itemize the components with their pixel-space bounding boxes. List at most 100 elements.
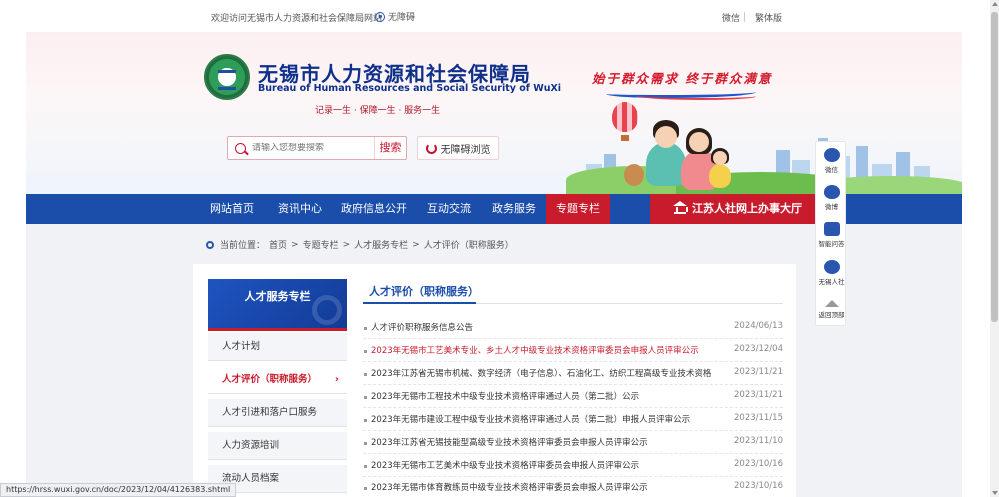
back-to-top-label: 返回顶部 xyxy=(818,311,845,319)
scrollbar-thumb[interactable] xyxy=(991,12,998,322)
scroll-up-icon[interactable] xyxy=(992,2,998,6)
back-to-top-button[interactable]: 返回顶部 xyxy=(816,300,847,319)
welcome-text: 欢迎访问无锡市人力资源和社会保障局网站 xyxy=(211,14,383,24)
breadcrumb-special[interactable]: 专题专栏 xyxy=(303,238,339,251)
list-item[interactable]: 2023年无锡市建设工程中级专业技术资格评审通过人员（第二批）申报人员评审公示 2… xyxy=(363,413,783,429)
breadcrumb-separator: > xyxy=(412,239,420,250)
status-bar-url: https://hrss.wuxi.gov.cn/doc/2023/12/04/… xyxy=(0,483,237,497)
list-item-date: 2023/10/16 xyxy=(734,459,783,469)
online-hall-label: 江苏人社网上办事大厅 xyxy=(692,202,802,215)
online-hall-link[interactable]: 江苏人社网上办事大厅 xyxy=(650,194,840,224)
nav-home[interactable]: 网站首页 xyxy=(202,194,262,224)
row-divider xyxy=(363,407,783,408)
decorative-ring xyxy=(312,295,342,325)
float-wechat[interactable]: 微信 xyxy=(816,148,847,174)
page-scrollbar[interactable] xyxy=(990,0,999,497)
list-item-date: 2023/11/21 xyxy=(734,390,783,400)
sidebar-title-text: 人才服务专栏 xyxy=(244,290,311,303)
list-item-title[interactable]: 2023年无锡市工艺美术中级专业技术资格评审委员会申报人员评审公示 xyxy=(371,459,711,471)
list-item[interactable]: 2023年无锡市工艺美术专业、乡土人才中级专业技术资格评审委员会申报人员评审公示… xyxy=(363,344,783,360)
top-bar: 欢迎访问无锡市人力资源和社会保障局网站 无障碍 微信 繁体版 xyxy=(0,0,990,32)
list-item[interactable]: 2023年无锡市体育教练员中级专业技术资格评审委员会申报人员评审公示 2023/1… xyxy=(363,481,783,497)
bullet-icon xyxy=(364,373,367,376)
list-item[interactable]: 2023年无锡市工艺美术中级专业技术资格评审委员会申报人员评审公示 2023/10… xyxy=(363,459,783,475)
accessibility-label: 无障碍 xyxy=(388,13,416,23)
wechat-link[interactable]: 微信 xyxy=(722,11,740,24)
search-button[interactable]: 搜索 xyxy=(374,137,406,159)
bullet-icon xyxy=(364,465,367,468)
app-icon xyxy=(823,260,840,274)
nav-special-topics[interactable]: 专题专栏 xyxy=(546,194,610,224)
nav-news[interactable]: 资讯中心 xyxy=(268,194,332,224)
list-item[interactable]: 2023年无锡市工程技术中级专业技术资格评审通过人员（第二批）公示 2023/11… xyxy=(363,390,783,406)
chevron-right-icon: › xyxy=(334,374,339,385)
bullet-icon xyxy=(364,350,367,353)
list-item-title[interactable]: 2023年无锡市建设工程中级专业技术资格评审通过人员（第二批）申报人员评审公示 xyxy=(371,413,711,425)
list-item-title[interactable]: 2023年无锡市工艺美术专业、乡土人才中级专业技术资格评审委员会申报人员评审公示 xyxy=(371,344,711,356)
list-item-date: 2023/11/10 xyxy=(734,436,783,446)
face xyxy=(655,126,677,148)
breadcrumb-separator: > xyxy=(291,239,299,250)
nav-services[interactable]: 政务服务 xyxy=(484,194,544,224)
breadcrumb-prefix: 当前位置： xyxy=(220,241,266,251)
list-item-title[interactable]: 人才评价职称服务信息公告 xyxy=(371,321,711,333)
search-icon xyxy=(235,142,246,154)
list-item[interactable]: 2023年江苏省无锡市机械、数字经济（电子信息）、石油化工、纺织工程高级专业技术… xyxy=(363,367,783,383)
traditional-chinese-link[interactable]: 繁体版 xyxy=(755,11,782,24)
robot-icon xyxy=(823,222,840,236)
bureau-logo-icon[interactable] xyxy=(204,54,250,100)
row-divider xyxy=(363,361,783,362)
dog-icon xyxy=(624,164,644,186)
search-box: 搜索 xyxy=(227,136,407,160)
face xyxy=(689,132,709,152)
location-icon xyxy=(206,240,214,249)
search-input[interactable] xyxy=(252,143,362,153)
sidebar-item-talent-evaluation[interactable]: 人才评价（职称服务） › xyxy=(208,366,347,394)
sidebar-item-label: 人力资源培训 xyxy=(222,440,280,451)
content-divider-accent xyxy=(363,302,476,304)
accessible-browse-button[interactable]: 无障碍浏览 xyxy=(417,136,499,160)
wheelchair-icon xyxy=(425,142,437,154)
float-smart-qa[interactable]: 智能问答 xyxy=(816,222,847,248)
accessibility-link[interactable]: 无障碍 xyxy=(375,10,415,23)
accessibility-icon xyxy=(375,11,385,22)
float-weibo[interactable]: 微博 xyxy=(816,185,847,211)
breadcrumb-talent[interactable]: 人才服务专栏 xyxy=(354,238,408,251)
sidebar-item-talent-settlement[interactable]: 人才引进和落户口服务 xyxy=(208,399,347,427)
float-wuxi-hrss-label: 无锡人社 xyxy=(818,278,845,286)
list-item-title[interactable]: 2023年江苏省无锡市机械、数字经济（电子信息）、石油化工、纺织工程高级专业技术… xyxy=(371,367,711,379)
divider xyxy=(744,12,745,22)
government-building-icon xyxy=(673,201,688,214)
family-father-figure xyxy=(646,142,686,186)
list-item[interactable]: 人才评价职称服务信息公告 2024/06/13 xyxy=(363,321,783,337)
face xyxy=(713,151,727,165)
list-item-date: 2023/11/21 xyxy=(734,367,783,377)
content-title: 人才评价（职称服务） xyxy=(369,285,479,298)
sidebar-item-talent-plan[interactable]: 人才计划 xyxy=(208,333,347,361)
breadcrumb-home[interactable]: 首页 xyxy=(269,238,287,251)
city-illustration xyxy=(566,127,962,194)
list-item-title[interactable]: 2023年江苏省无锡技能型高级专业技术资格评审委员会申报人员评审公示 xyxy=(371,436,711,448)
float-wuxi-hrss[interactable]: 无锡人社 xyxy=(816,260,847,286)
breadcrumb-current[interactable]: 人才评价（职称服务） xyxy=(424,238,514,251)
row-divider xyxy=(363,384,783,385)
list-item-title[interactable]: 2023年无锡市工程技术中级专业技术资格评审通过人员（第二批）公示 xyxy=(371,390,711,402)
sidebar-title: 人才服务专栏 xyxy=(208,279,347,331)
nav-gov-info[interactable]: 政府信息公开 xyxy=(336,194,412,224)
bullet-icon xyxy=(364,442,367,445)
scroll-down-icon[interactable] xyxy=(992,491,998,495)
sidebar-item-hr-training[interactable]: 人力资源培训 xyxy=(208,432,347,460)
bullet-icon xyxy=(364,419,367,422)
floating-toolbar: 微信 微博 智能问答 无锡人社 返回顶部 xyxy=(815,141,846,326)
bullet-icon xyxy=(364,487,367,490)
row-divider xyxy=(363,453,783,454)
bullet-icon xyxy=(364,327,367,330)
breadcrumb: 当前位置： 首页 > 专题专栏 > 人才服务专栏 > 人才评价（职称服务） xyxy=(206,238,514,251)
list-item[interactable]: 2023年江苏省无锡技能型高级专业技术资格评审委员会申报人员评审公示 2023/1… xyxy=(363,436,783,452)
site-motto: 记录一生 · 保障一生 · 服务一生 xyxy=(315,106,441,116)
nav-interaction[interactable]: 互动交流 xyxy=(418,194,480,224)
float-smart-qa-label: 智能问答 xyxy=(818,240,845,248)
site-title-english: Bureau of Human Resources and Social Sec… xyxy=(258,83,562,94)
list-item-title[interactable]: 2023年无锡市体育教练员中级专业技术资格评审委员会申报人员评审公示 xyxy=(371,481,711,493)
list-item-date: 2023/10/16 xyxy=(734,481,783,491)
